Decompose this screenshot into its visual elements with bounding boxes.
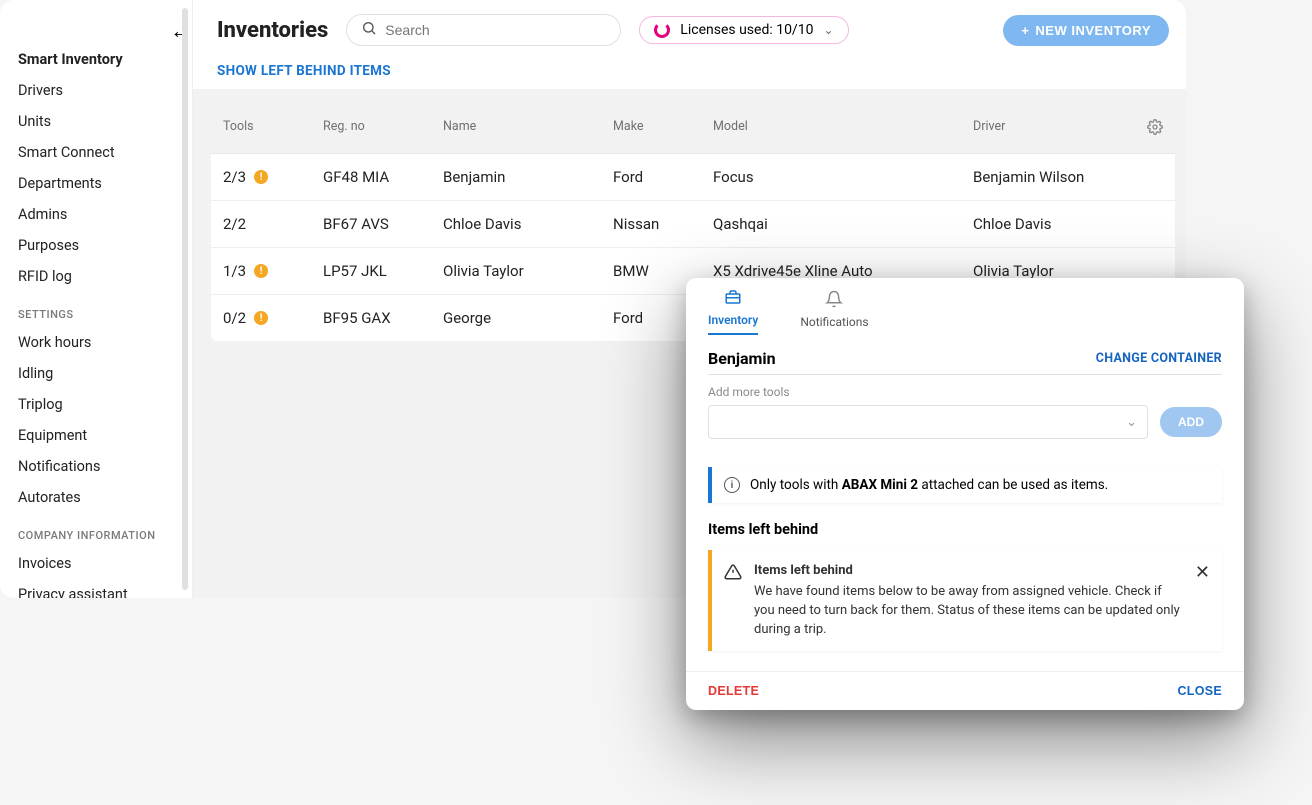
- page-header: Inventories Licenses used: 10/10 ⌄ + NEW…: [193, 0, 1186, 54]
- cell-regno: BF95 GAX: [323, 309, 443, 327]
- cell-make: Ford: [613, 168, 713, 186]
- show-left-behind-link[interactable]: SHOW LEFT BEHIND ITEMS: [217, 63, 391, 79]
- warning-dot-icon: !: [254, 264, 268, 278]
- sidebar-item[interactable]: Notifications: [0, 451, 192, 482]
- sidebar-item[interactable]: Departments: [0, 168, 192, 199]
- tab-notifications[interactable]: Notifications: [800, 290, 868, 335]
- sidebar-item[interactable]: Units: [0, 106, 192, 137]
- cell-tools: 0/2!: [223, 309, 323, 327]
- warning-dot-icon: !: [254, 170, 268, 184]
- licenses-pill[interactable]: Licenses used: 10/10 ⌄: [639, 16, 848, 44]
- toolbox-icon: [724, 288, 742, 310]
- warning-icon: [724, 563, 742, 639]
- close-icon[interactable]: ✕: [1195, 562, 1210, 639]
- chevron-down-icon: ⌄: [1126, 415, 1137, 430]
- search-box[interactable]: [346, 14, 621, 46]
- spinner-icon: [654, 22, 670, 38]
- info-text: Only tools with ABAX Mini 2 attached can…: [750, 477, 1108, 493]
- sidebar-item[interactable]: Work hours: [0, 327, 192, 358]
- search-input[interactable]: [385, 22, 606, 38]
- inventory-detail-panel: Inventory Notifications Benjamin CHANGE …: [686, 278, 1244, 710]
- col-tools: Tools: [223, 119, 323, 139]
- col-name: Name: [443, 119, 613, 139]
- new-inventory-button[interactable]: + NEW INVENTORY: [1003, 15, 1169, 46]
- cell-name: George: [443, 309, 613, 327]
- back-arrow-icon[interactable]: ←: [170, 18, 192, 44]
- warning-dot-icon: !: [254, 311, 268, 325]
- col-regno: Reg. no: [323, 119, 443, 139]
- items-left-behind-heading: Items left behind: [708, 521, 1222, 538]
- table-row[interactable]: 2/3!GF48 MIABenjaminFordFocusBenjamin Wi…: [211, 154, 1175, 201]
- warning-title: Items left behind: [754, 562, 1183, 581]
- nav-section-company: COMPANY INFORMATION: [0, 513, 192, 548]
- sidebar-item[interactable]: RFID log: [0, 261, 192, 292]
- sidebar-item[interactable]: Idling: [0, 358, 192, 389]
- chevron-down-icon: ⌄: [823, 23, 833, 37]
- tab-inventory-label: Inventory: [708, 313, 758, 327]
- nav-section-settings: SETTINGS: [0, 292, 192, 327]
- cell-model: Focus: [713, 168, 973, 186]
- cell-regno: BF67 AVS: [323, 215, 443, 233]
- cell-name: Olivia Taylor: [443, 262, 613, 280]
- sidebar-scrollbar[interactable]: [182, 8, 188, 590]
- sidebar: ← Smart InventoryDriversUnitsSmart Conne…: [0, 0, 193, 598]
- tab-inventory[interactable]: Inventory: [708, 288, 758, 335]
- sidebar-item[interactable]: Admins: [0, 199, 192, 230]
- cell-make: Nissan: [613, 215, 713, 233]
- plus-icon: +: [1021, 23, 1029, 38]
- licenses-label: Licenses used: 10/10: [680, 22, 813, 38]
- sidebar-item[interactable]: Smart Inventory: [0, 44, 192, 75]
- sidebar-item[interactable]: Smart Connect: [0, 137, 192, 168]
- sidebar-item[interactable]: Invoices: [0, 548, 192, 579]
- page-title: Inventories: [217, 18, 328, 43]
- table-row[interactable]: 2/2BF67 AVSChloe DavisNissanQashqaiChloe…: [211, 201, 1175, 248]
- add-button[interactable]: ADD: [1160, 407, 1222, 437]
- col-model: Model: [713, 119, 973, 139]
- info-icon: i: [724, 477, 740, 493]
- cell-tools: 2/3!: [223, 168, 323, 186]
- change-container-link[interactable]: CHANGE CONTAINER: [1096, 351, 1222, 366]
- cell-model: Qashqai: [713, 215, 973, 233]
- panel-footer: DELETE CLOSE: [686, 671, 1244, 710]
- panel-tabs: Inventory Notifications: [686, 278, 1244, 335]
- table-header: Tools Reg. no Name Make Model Driver: [211, 105, 1175, 154]
- cell-name: Benjamin: [443, 168, 613, 186]
- sidebar-item[interactable]: Equipment: [0, 420, 192, 451]
- cell-regno: LP57 JKL: [323, 262, 443, 280]
- cell-regno: GF48 MIA: [323, 168, 443, 186]
- sidebar-item[interactable]: Triplog: [0, 389, 192, 420]
- panel-body: Benjamin CHANGE CONTAINER Add more tools…: [686, 335, 1244, 671]
- panel-name-row: Benjamin CHANGE CONTAINER: [708, 349, 1222, 375]
- col-driver: Driver: [973, 119, 1123, 139]
- warning-body: Items left behind We have found items be…: [754, 562, 1183, 639]
- gear-icon[interactable]: [1123, 119, 1163, 139]
- close-button[interactable]: CLOSE: [1177, 684, 1222, 698]
- warning-bar: Items left behind We have found items be…: [708, 550, 1222, 651]
- new-inventory-label: NEW INVENTORY: [1035, 23, 1151, 38]
- add-tools-label: Add more tools: [708, 385, 1222, 399]
- info-bar: i Only tools with ABAX Mini 2 attached c…: [708, 467, 1222, 503]
- sidebar-item[interactable]: Autorates: [0, 482, 192, 513]
- warning-message: We have found items below to be away fro…: [754, 584, 1180, 637]
- tab-notifications-label: Notifications: [800, 315, 868, 329]
- add-tools-select[interactable]: ⌄: [708, 405, 1148, 439]
- col-make: Make: [613, 119, 713, 139]
- sidebar-item[interactable]: Drivers: [0, 75, 192, 106]
- sidebar-item[interactable]: Purposes: [0, 230, 192, 261]
- sub-header: SHOW LEFT BEHIND ITEMS: [193, 54, 1186, 89]
- cell-tools: 2/2: [223, 215, 323, 233]
- cell-name: Chloe Davis: [443, 215, 613, 233]
- panel-inventory-name: Benjamin: [708, 349, 776, 368]
- delete-button[interactable]: DELETE: [708, 684, 759, 698]
- cell-tools: 1/3!: [223, 262, 323, 280]
- sidebar-item[interactable]: Privacy assistant: [0, 579, 192, 598]
- cell-driver: Benjamin Wilson: [973, 168, 1123, 186]
- bell-icon: [825, 290, 843, 312]
- search-icon: [361, 20, 377, 40]
- add-row: ⌄ ADD: [708, 405, 1222, 439]
- cell-driver: Chloe Davis: [973, 215, 1123, 233]
